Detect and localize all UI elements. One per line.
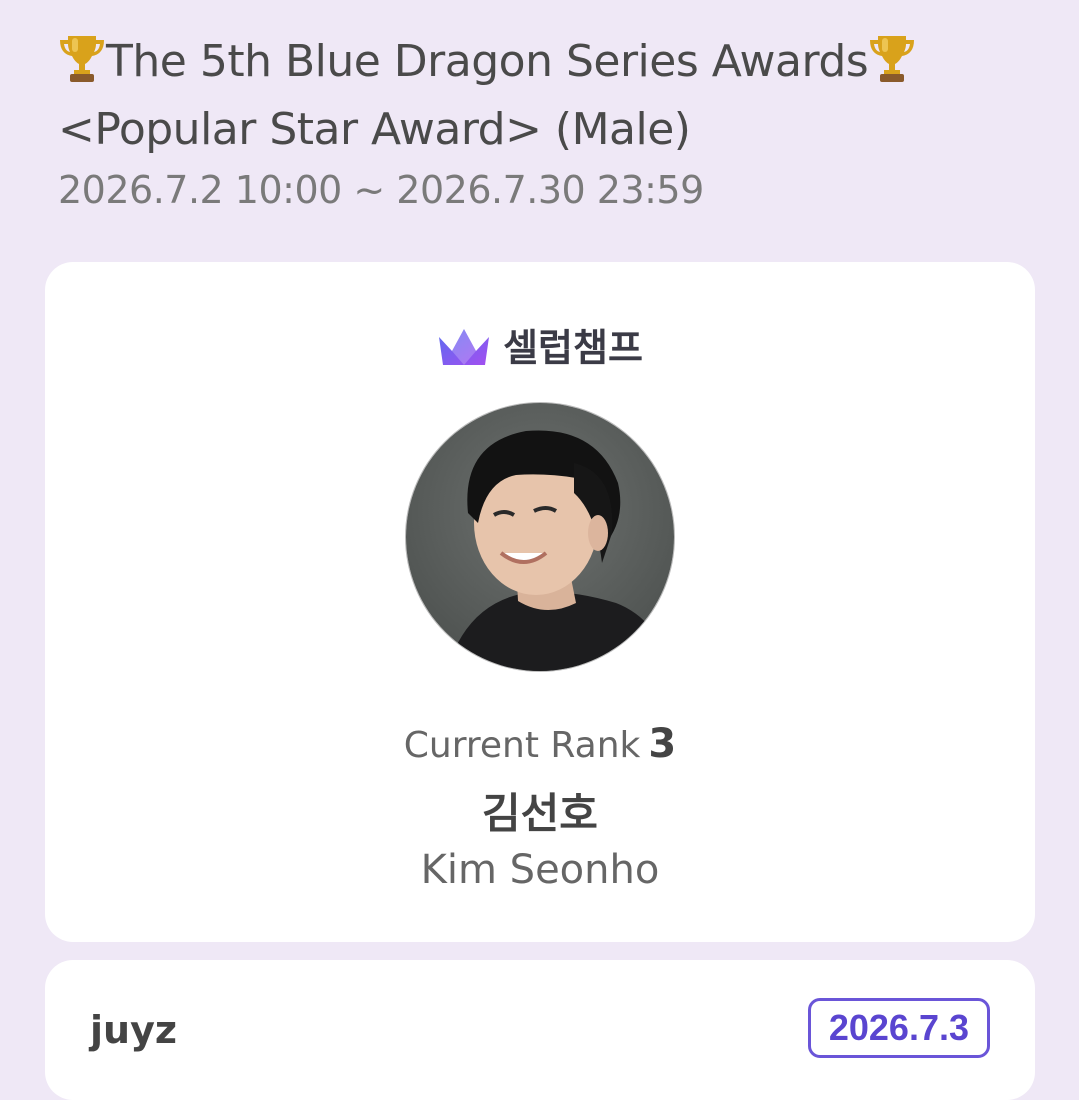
event-period: 2026.7.2 10:00 ~ 2026.7.30 23:59 bbox=[58, 168, 704, 212]
entry-date-badge: 2026.7.3 bbox=[807, 998, 990, 1058]
candidate-name-english: Kim Seonho bbox=[420, 847, 660, 893]
title-text-1: The 5th Blue Dragon Series Awards bbox=[106, 36, 869, 87]
current-rank: Current Rank 3 bbox=[45, 718, 1035, 772]
event-title-line-2: <Popular Star Award> (Male) bbox=[58, 104, 691, 155]
event-title-line-1: The 5th Blue Dragon Series Awards bbox=[58, 28, 1048, 96]
brand-name: 셀럽챔프 bbox=[503, 326, 643, 370]
vote-entry-card[interactable]: juyz 2026.7.3 bbox=[45, 960, 1035, 1100]
event-header: The 5th Blue Dragon Series Awards <Popul… bbox=[58, 28, 1048, 216]
rank-value: 3 bbox=[648, 721, 677, 767]
entry-username: juyz bbox=[90, 1008, 177, 1052]
candidate-card: 셀럽챔프 Current Rank 3 김선호 Kim Seonho bbox=[45, 262, 1035, 942]
brand-logo: 셀럽챔프 bbox=[45, 322, 1035, 374]
avatar[interactable] bbox=[405, 402, 675, 672]
crown-icon bbox=[437, 327, 491, 367]
candidate-name-korean: 김선호 bbox=[482, 789, 598, 838]
trophy-icon bbox=[868, 30, 916, 84]
rank-label: Current Rank bbox=[403, 725, 641, 766]
trophy-icon bbox=[58, 30, 106, 84]
